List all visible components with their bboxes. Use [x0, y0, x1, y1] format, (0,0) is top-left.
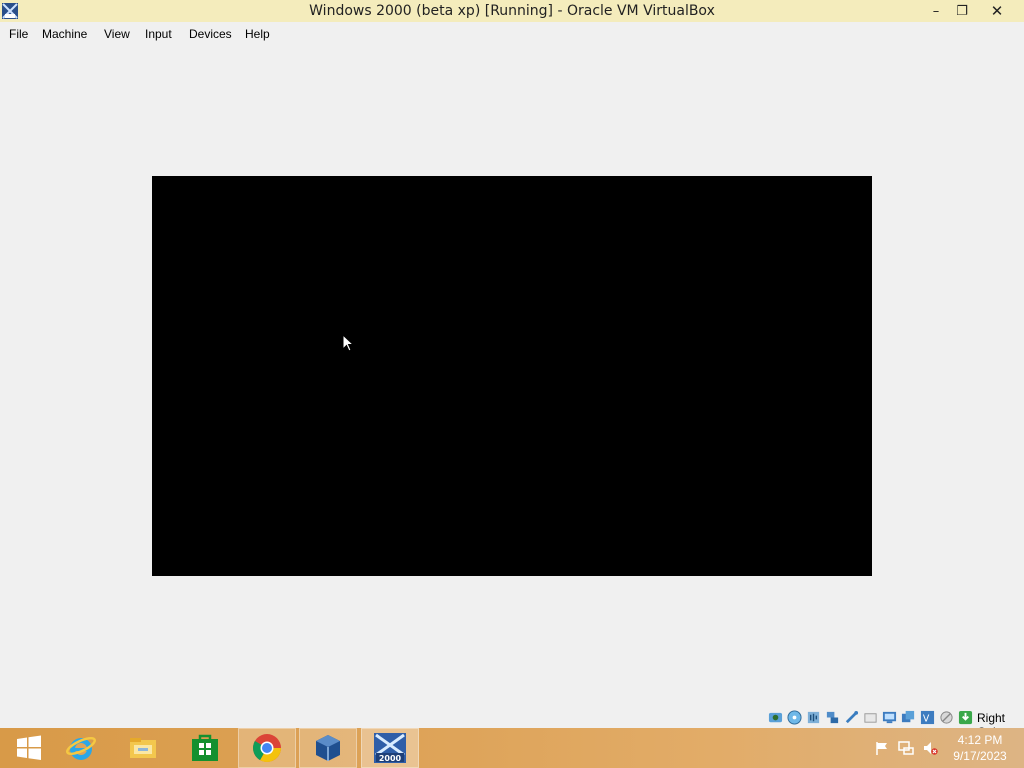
- menu-input[interactable]: Input: [145, 27, 172, 41]
- restore-icon: ❐: [956, 3, 968, 19]
- close-icon: ✕: [990, 2, 1004, 20]
- vm-status-bar: V Right Ctrl: [760, 708, 1024, 739]
- title-bar[interactable]: Windows 2000 (beta xp) [Running] - Oracl…: [0, 0, 1024, 22]
- cpu-icon[interactable]: V: [920, 710, 935, 725]
- svg-text:V: V: [923, 713, 930, 724]
- clock-date: 9/17/2023: [953, 749, 1007, 763]
- minimize-button[interactable]: –: [922, 0, 950, 22]
- menu-help[interactable]: Help: [245, 27, 270, 41]
- chrome-icon: [253, 734, 281, 762]
- mouse-cursor-icon: [342, 334, 354, 352]
- network-icon[interactable]: [825, 710, 840, 725]
- action-center-flag-icon[interactable]: [874, 740, 890, 756]
- taskbar-virtualbox[interactable]: [299, 728, 357, 768]
- start-button[interactable]: [0, 728, 58, 768]
- vm-badge-text: 2000: [379, 754, 402, 763]
- menu-file[interactable]: File: [9, 27, 28, 41]
- internet-explorer-icon: [65, 736, 97, 760]
- mouse-integration-icon[interactable]: [939, 710, 954, 725]
- taskbar-chrome[interactable]: [238, 728, 296, 768]
- taskbar-file-explorer[interactable]: [114, 728, 172, 768]
- recording-icon[interactable]: [901, 710, 916, 725]
- system-clock[interactable]: 4:12 PM 9/17/2023: [944, 732, 1016, 764]
- menu-machine[interactable]: Machine: [42, 27, 87, 41]
- file-explorer-icon: [130, 738, 156, 758]
- minimize-icon: –: [932, 3, 940, 19]
- taskbar-windows-2000-vm[interactable]: 2000: [361, 728, 419, 768]
- vm-display[interactable]: [152, 176, 872, 576]
- taskbar-internet-explorer[interactable]: [52, 728, 110, 768]
- display-icon[interactable]: [882, 710, 897, 725]
- shared-folders-icon[interactable]: [863, 710, 878, 725]
- taskbar-store[interactable]: [176, 728, 234, 768]
- menu-view[interactable]: View: [104, 27, 130, 41]
- volume-muted-icon[interactable]: [922, 740, 938, 756]
- keyboard-capture-icon[interactable]: [958, 710, 973, 725]
- audio-icon[interactable]: [806, 710, 821, 725]
- usb-icon[interactable]: [844, 710, 859, 725]
- start-icon: [17, 735, 41, 760]
- virtualbox-icon: [316, 735, 340, 761]
- window-title: Windows 2000 (beta xp) [Running] - Oracl…: [309, 3, 715, 19]
- menu-devices[interactable]: Devices: [189, 27, 232, 41]
- hard-disk-icon[interactable]: [768, 710, 783, 725]
- network-tray-icon[interactable]: [898, 740, 914, 756]
- close-button[interactable]: ✕: [974, 0, 1020, 22]
- windows-2000-vm-icon: 2000: [374, 733, 406, 763]
- taskbar: 2000: [0, 728, 1024, 768]
- restore-button[interactable]: ❐: [948, 0, 976, 22]
- clock-time: 4:12 PM: [957, 733, 1003, 747]
- store-icon: [192, 734, 218, 761]
- optical-drive-icon[interactable]: [787, 710, 802, 725]
- menu-bar: File Machine View Input Devices Help: [0, 22, 1024, 44]
